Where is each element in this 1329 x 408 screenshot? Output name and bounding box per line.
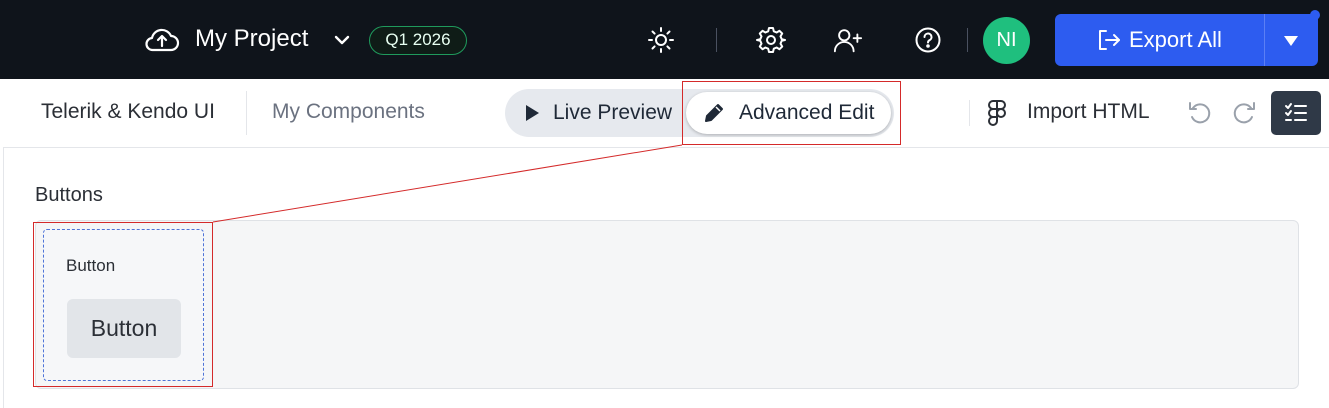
highlight-box [682,81,901,145]
component-canvas [35,220,1299,389]
live-preview-button[interactable]: Live Preview [521,89,672,137]
avatar[interactable]: NI [983,17,1030,64]
chevron-down-icon[interactable] [332,30,352,50]
quarter-badge: Q1 2026 [369,26,467,55]
divider [967,28,968,52]
redo-icon[interactable] [1230,99,1258,127]
panel-border [3,148,4,408]
export-all-button[interactable]: Export All [1055,14,1318,66]
sun-icon[interactable] [646,25,676,55]
help-icon[interactable] [913,25,943,55]
divider [246,91,247,135]
user-plus-icon[interactable] [833,25,863,55]
import-html-button[interactable]: Import HTML [1027,99,1150,125]
divider [969,100,970,126]
tab-telerik-kendo[interactable]: Telerik & Kendo UI [41,99,215,125]
split-divider [1264,14,1265,66]
cloud-upload-icon[interactable] [144,26,180,54]
tab-my-components[interactable]: My Components [272,99,425,125]
notification-dot [1310,10,1320,20]
section-title: Buttons [35,184,103,206]
editor-toolbar: Telerik & Kendo UI My Components Live Pr… [3,79,1329,148]
checklist-icon [1285,103,1307,121]
undo-icon[interactable] [1186,99,1214,127]
checklist-button[interactable] [1271,91,1321,135]
highlight-box [33,222,213,387]
live-preview-label: Live Preview [553,101,673,124]
divider [716,28,717,52]
play-icon [526,105,539,121]
figma-icon[interactable] [986,99,1008,127]
export-label: Export All [1129,27,1222,52]
gear-icon[interactable] [756,25,786,55]
caret-down-icon[interactable] [1283,34,1299,48]
project-title[interactable]: My Project [195,24,308,54]
export-icon [1099,30,1120,50]
top-bar: My Project Q1 2026 NI Export All [0,0,1329,79]
